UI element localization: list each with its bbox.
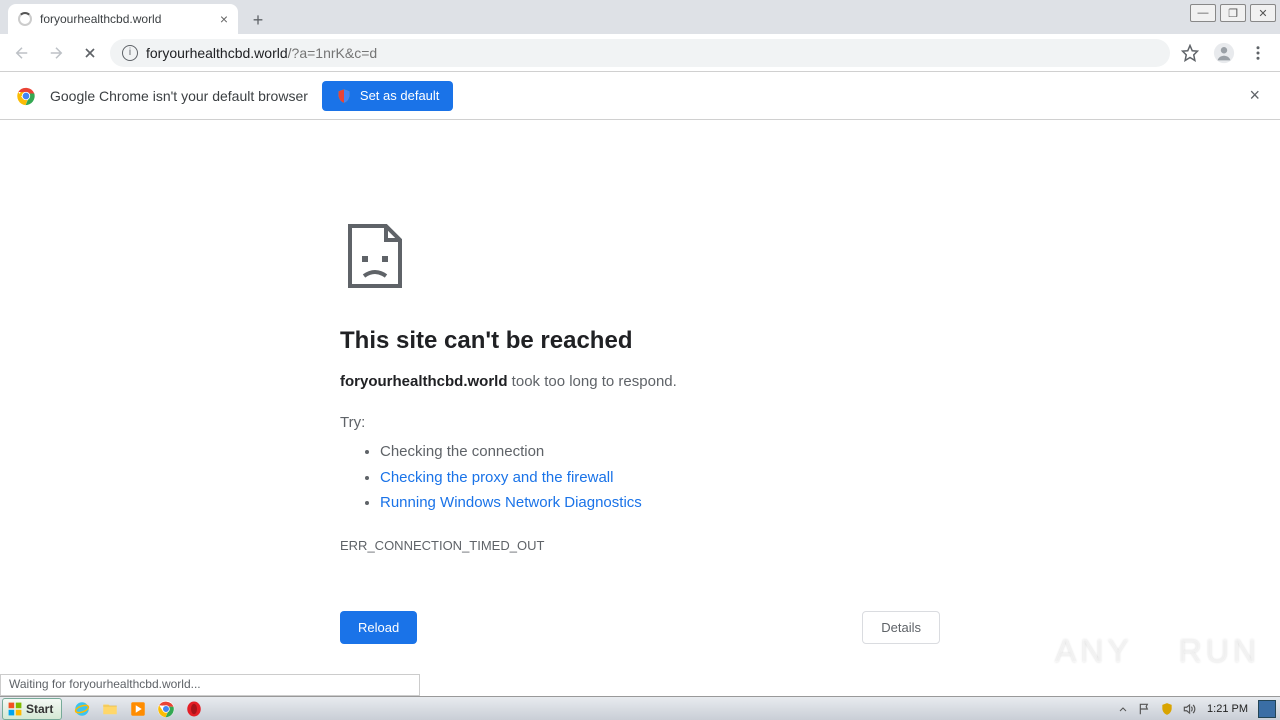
infobar-message: Google Chrome isn't your default browser: [50, 88, 308, 104]
volume-icon[interactable]: [1181, 701, 1197, 717]
tab-close-icon[interactable]: ×: [220, 11, 228, 27]
sad-page-icon: [340, 220, 412, 292]
error-message: foryourhealthcbd.world took too long to …: [340, 373, 940, 390]
list-item: Running Windows Network Diagnostics: [380, 490, 940, 516]
shield-icon: [336, 88, 352, 104]
try-label: Try:: [340, 414, 940, 431]
chrome-taskbar-icon[interactable]: [156, 699, 176, 719]
bookmark-button[interactable]: [1176, 39, 1204, 67]
tab-strip: foryourhealthcbd.world × + — ❐ ✕: [0, 0, 1280, 34]
default-browser-infobar: Google Chrome isn't your default browser…: [0, 72, 1280, 120]
windows-logo-icon: [7, 701, 23, 717]
play-triangle-icon: [1141, 637, 1171, 667]
chrome-menu-button[interactable]: [1244, 39, 1272, 67]
url-text: foryourhealthcbd.world/?a=1nrK&c=d: [146, 45, 377, 61]
security-tray-icon[interactable]: [1159, 701, 1175, 717]
browser-toolbar: i foryourhealthcbd.world/?a=1nrK&c=d: [0, 34, 1280, 72]
maximize-button[interactable]: ❐: [1220, 4, 1246, 22]
error-title: This site can't be reached: [340, 327, 940, 355]
error-page: This site can't be reached foryourhealth…: [0, 120, 940, 644]
forward-button[interactable]: [42, 39, 70, 67]
star-icon: [1181, 44, 1199, 62]
taskbar-clock[interactable]: 1:21 PM: [1203, 703, 1252, 715]
address-bar[interactable]: i foryourhealthcbd.world/?a=1nrK&c=d: [110, 39, 1170, 67]
profile-button[interactable]: [1210, 39, 1238, 67]
browser-tab[interactable]: foryourhealthcbd.world ×: [8, 4, 238, 34]
error-code: ERR_CONNECTION_TIMED_OUT: [340, 538, 940, 553]
back-button[interactable]: [8, 39, 36, 67]
site-info-icon[interactable]: i: [122, 45, 138, 61]
button-row: Reload Details: [340, 611, 940, 644]
more-vert-icon: [1249, 44, 1267, 62]
tray-expand-icon[interactable]: [1115, 701, 1131, 717]
list-item: Checking the proxy and the firewall: [380, 465, 940, 491]
watermark: ANY RUN: [1055, 633, 1260, 670]
set-default-button[interactable]: Set as default: [322, 81, 454, 111]
system-tray: 1:21 PM: [1115, 700, 1280, 718]
network-diagnostics-link[interactable]: Running Windows Network Diagnostics: [380, 494, 642, 511]
watermark-right: RUN: [1179, 633, 1260, 670]
infobar-close-button[interactable]: ×: [1245, 81, 1264, 110]
proxy-firewall-link[interactable]: Checking the proxy and the firewall: [380, 469, 613, 486]
close-window-button[interactable]: ✕: [1250, 4, 1276, 22]
quick-launch: [72, 699, 204, 719]
url-path: /?a=1nrK&c=d: [288, 45, 378, 61]
loading-spinner-icon: [18, 12, 32, 26]
user-icon: [1213, 42, 1235, 64]
new-tab-button[interactable]: +: [244, 6, 272, 34]
url-host: foryourhealthcbd.world: [146, 45, 288, 61]
explorer-icon[interactable]: [100, 699, 120, 719]
watermark-left: ANY: [1055, 633, 1133, 670]
reload-button[interactable]: Reload: [340, 611, 417, 644]
set-default-label: Set as default: [360, 88, 440, 103]
arrow-right-icon: [47, 44, 65, 62]
start-label: Start: [26, 702, 53, 716]
start-button[interactable]: Start: [2, 698, 62, 720]
minimize-button[interactable]: —: [1190, 4, 1216, 22]
opera-icon[interactable]: [184, 699, 204, 719]
arrow-left-icon: [13, 44, 31, 62]
show-desktop-button[interactable]: [1258, 700, 1276, 718]
suggestion-list: Checking the connection Checking the pro…: [380, 439, 940, 516]
list-item: Checking the connection: [380, 439, 940, 465]
stop-button[interactable]: [76, 39, 104, 67]
media-player-icon[interactable]: [128, 699, 148, 719]
windows-taskbar: Start 1:21 PM: [0, 696, 1280, 720]
status-bar: Waiting for foryourhealthcbd.world...: [0, 674, 420, 696]
details-button[interactable]: Details: [862, 611, 940, 644]
flag-icon[interactable]: [1137, 701, 1153, 717]
tab-title: foryourhealthcbd.world: [40, 12, 212, 26]
error-host: foryourhealthcbd.world: [340, 373, 508, 390]
window-controls: — ❐ ✕: [1190, 4, 1276, 22]
ie-icon[interactable]: [72, 699, 92, 719]
chrome-logo-icon: [16, 86, 36, 106]
close-icon: [82, 45, 98, 61]
error-suffix: took too long to respond.: [508, 373, 677, 390]
